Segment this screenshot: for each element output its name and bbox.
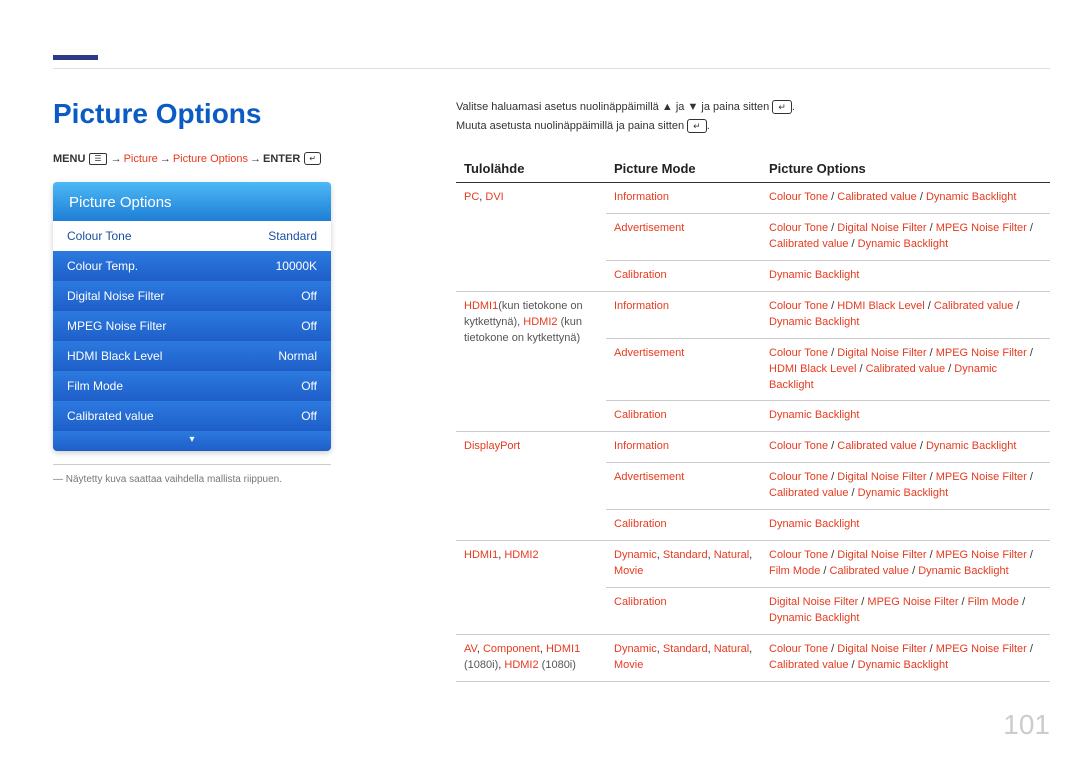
osd-row-value: 10000K [276,259,317,273]
cell-options: Colour Tone / Digital Noise Filter / MPE… [761,338,1050,401]
cell-mode: Information [606,183,761,214]
table-row: DisplayPortInformationColour Tone / Cali… [456,432,1050,463]
osd-row[interactable]: MPEG Noise Filter Off [53,311,331,341]
cell-options: Dynamic Backlight [761,510,1050,541]
arrow-down-icon: ▼ [687,101,698,113]
osd-row[interactable]: Digital Noise Filter Off [53,281,331,311]
page-number: 101 [1003,709,1050,741]
breadcrumb-picture-options: Picture Options [173,153,248,165]
osd-row-value: Normal [278,349,317,363]
osd-row-label: Colour Tone [67,229,132,243]
osd-scroll-down-icon: ▾ [53,431,331,451]
footnote-text: ― Näytetty kuva saattaa vaihdella mallis… [53,474,282,485]
col-picture-options: Picture Options [761,155,1050,183]
osd-row[interactable]: Colour Temp. 10000K [53,251,331,281]
cell-mode: Calibration [606,401,761,432]
breadcrumb-menu: MENU [53,153,85,165]
table-row: HDMI1(kun tietokone on kytkettynä), HDMI… [456,291,1050,338]
osd-row-label: Calibrated value [67,409,154,423]
osd-row-label: Film Mode [67,379,123,393]
cell-source: HDMI1(kun tietokone on kytkettynä), HDMI… [456,291,606,432]
cell-options: Colour Tone / Digital Noise Filter / MPE… [761,541,1050,588]
table-row: PC, DVIInformationColour Tone / Calibrat… [456,183,1050,214]
col-source: Tulolähde [456,155,606,183]
cell-options: Colour Tone / Calibrated value / Dynamic… [761,183,1050,214]
header-accent [53,55,98,60]
cell-mode: Information [606,291,761,338]
osd-row[interactable]: Colour Tone Standard [53,221,331,251]
osd-panel: Picture Options Colour ToneStandardColou… [53,182,331,451]
cell-source: AV, Component, HDMI1 (1080i), HDMI2 (108… [456,634,606,681]
cell-mode: Advertisement [606,213,761,260]
cell-source: PC, DVI [456,183,606,292]
enter-icon: ↵ [304,152,321,165]
col-picture-mode: Picture Mode [606,155,761,183]
osd-row-label: Colour Temp. [67,259,138,273]
cell-source: HDMI1, HDMI2 [456,541,606,635]
osd-row[interactable]: HDMI Black Level Normal [53,341,331,371]
arrow-up-icon: ▲ [662,101,673,113]
cell-options: Colour Tone / Digital Noise Filter / MPE… [761,463,1050,510]
cell-mode: Calibration [606,260,761,291]
osd-row-value: Off [301,409,317,423]
cell-options: Dynamic Backlight [761,401,1050,432]
cell-options: Digital Noise Filter / MPEG Noise Filter… [761,588,1050,635]
cell-options: Dynamic Backlight [761,260,1050,291]
instructions: Valitse haluamasi asetus nuolinäppäimill… [456,98,1050,135]
cell-source: DisplayPort [456,432,606,541]
options-table: Tulolähde Picture Mode Picture Options P… [456,155,1050,682]
cell-mode: Advertisement [606,463,761,510]
osd-row-value: Off [301,289,317,303]
table-row: HDMI1, HDMI2Dynamic, Standard, Natural, … [456,541,1050,588]
cell-options: Colour Tone / Digital Noise Filter / MPE… [761,634,1050,681]
osd-row-value: Off [301,379,317,393]
menu-icon: ☰ [89,153,106,165]
osd-row-value: Off [301,319,317,333]
cell-mode: Calibration [606,588,761,635]
breadcrumb-picture: Picture [124,153,158,165]
breadcrumb: MENU ☰ → Picture → Picture Options → ENT… [53,152,323,165]
osd-row-label: Digital Noise Filter [67,289,164,303]
cell-options: Colour Tone / HDMI Black Level / Calibra… [761,291,1050,338]
cell-mode: Information [606,432,761,463]
osd-row-label: HDMI Black Level [67,349,162,363]
cell-mode: Dynamic, Standard, Natural, Movie [606,634,761,681]
osd-row[interactable]: Film Mode Off [53,371,331,401]
cell-mode: Calibration [606,510,761,541]
page-title: Picture Options [53,98,261,130]
osd-row-label: MPEG Noise Filter [67,319,166,333]
osd-row[interactable]: Calibrated value Off [53,401,331,431]
breadcrumb-enter: ENTER [263,153,300,165]
table-row: AV, Component, HDMI1 (1080i), HDMI2 (108… [456,634,1050,681]
header-rule [53,68,1050,69]
cell-mode: Dynamic, Standard, Natural, Movie [606,541,761,588]
enter-icon: ↵ [687,119,707,133]
osd-row-value: Standard [268,229,317,243]
cell-mode: Advertisement [606,338,761,401]
osd-title: Picture Options [53,182,331,221]
cell-options: Colour Tone / Digital Noise Filter / MPE… [761,213,1050,260]
enter-icon: ↵ [772,100,792,114]
cell-options: Colour Tone / Calibrated value / Dynamic… [761,432,1050,463]
footnote-separator [53,464,331,465]
